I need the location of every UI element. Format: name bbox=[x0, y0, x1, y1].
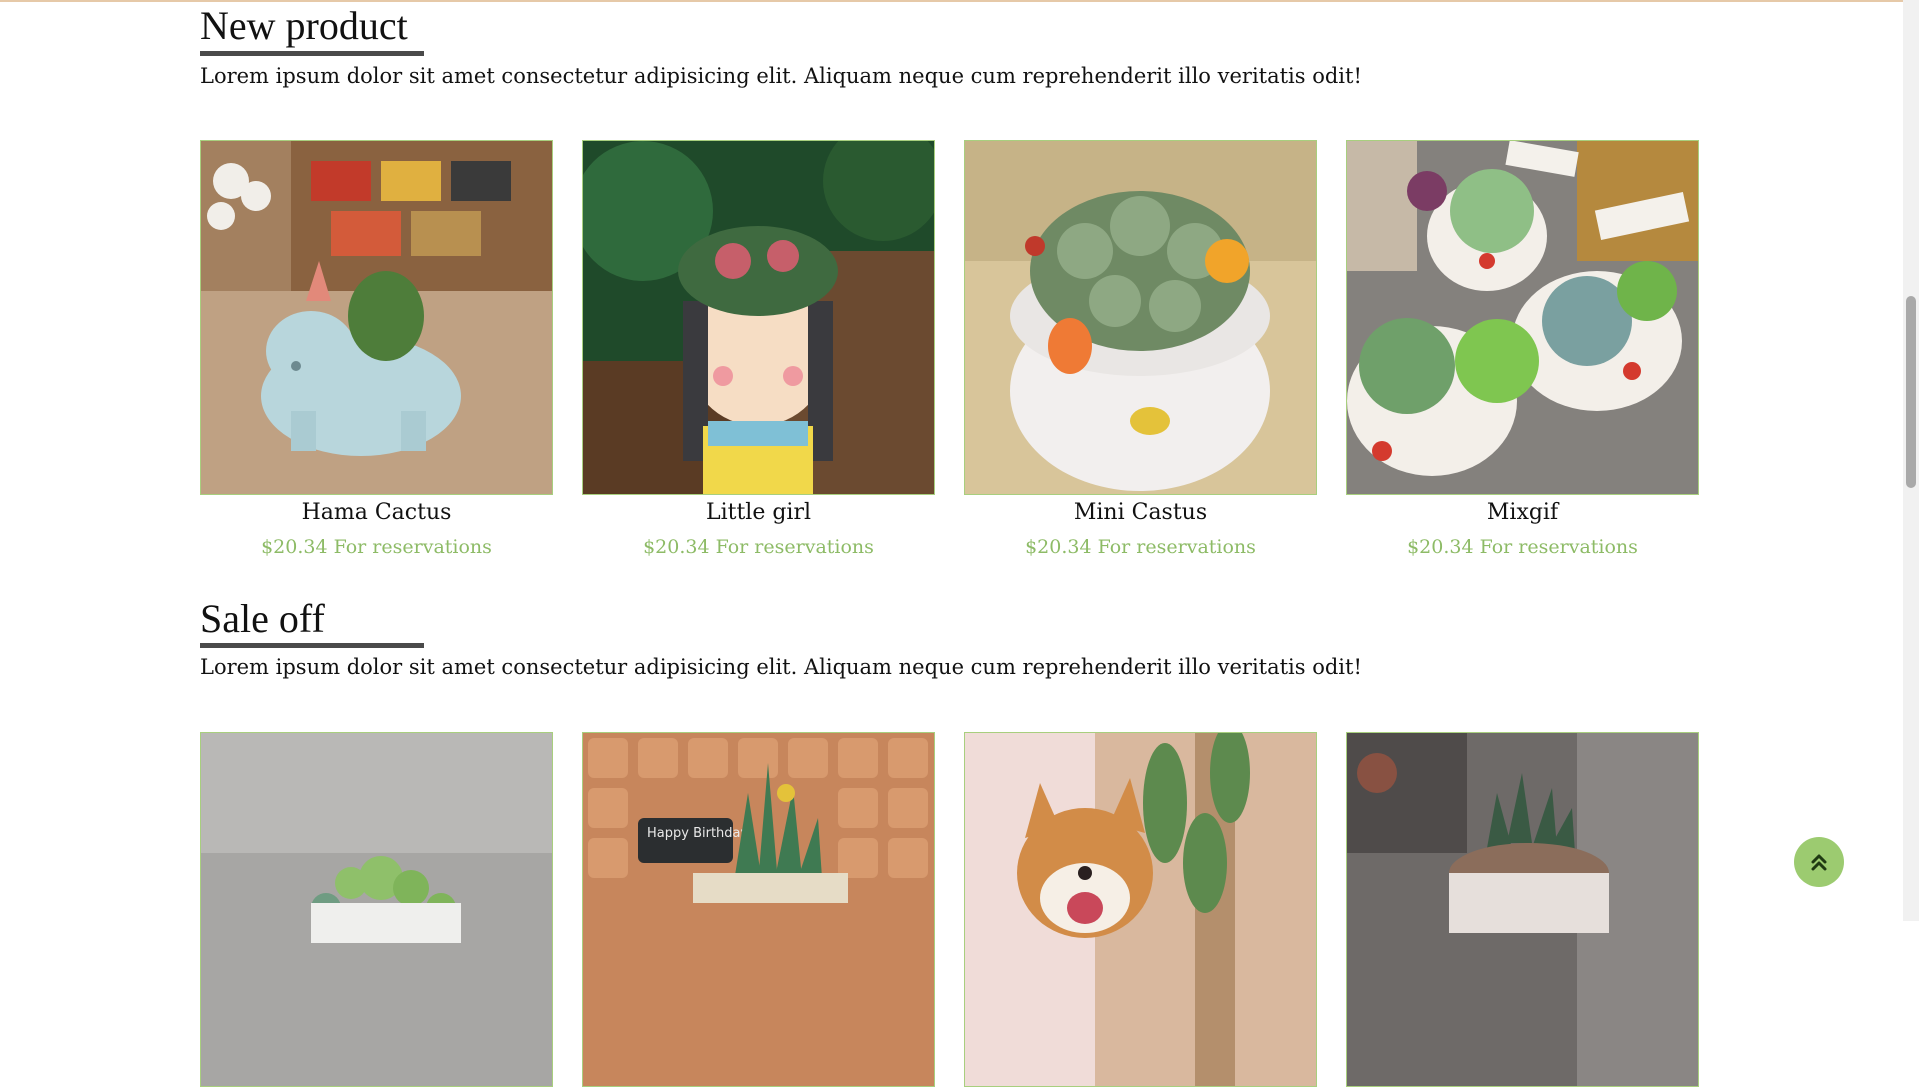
product-card[interactable]: Mini Castus $20.34 For reservations bbox=[964, 140, 1317, 560]
product-name[interactable]: Hama Cactus bbox=[200, 500, 553, 526]
scrollbar-thumb[interactable] bbox=[1906, 296, 1916, 488]
product-card[interactable]: Mixgif $20.34 For reservations bbox=[1346, 140, 1699, 560]
product-price: $20.34 For reservations bbox=[1407, 536, 1638, 558]
product-image-mixgif[interactable] bbox=[1346, 140, 1699, 495]
sale-product-image[interactable] bbox=[200, 732, 553, 1087]
sale-off-title: Sale off bbox=[200, 596, 325, 641]
sale-product-card[interactable] bbox=[1346, 732, 1699, 1087]
product-image-mini-castus[interactable] bbox=[964, 140, 1317, 495]
sale-product-image[interactable] bbox=[1346, 732, 1699, 1087]
sale-product-image[interactable] bbox=[964, 732, 1317, 1087]
title-underline bbox=[200, 51, 424, 56]
title-underline bbox=[200, 643, 424, 648]
top-border bbox=[0, 0, 1903, 2]
product-name[interactable]: Little girl bbox=[582, 500, 935, 526]
product-image-hama-cactus[interactable] bbox=[200, 140, 553, 495]
sale-product-card[interactable] bbox=[964, 732, 1317, 1087]
product-name[interactable]: Mini Castus bbox=[964, 500, 1317, 526]
sale-product-card[interactable]: Happy Birthday bbox=[582, 732, 935, 1087]
product-price: $20.34 For reservations bbox=[643, 536, 874, 558]
scrollbar[interactable] bbox=[1903, 0, 1919, 921]
product-price: $20.34 For reservations bbox=[1025, 536, 1256, 558]
birthday-sign-text: Happy Birthday bbox=[647, 826, 749, 841]
sale-product-image[interactable]: Happy Birthday bbox=[582, 732, 935, 1087]
product-card[interactable]: Hama Cactus $20.34 For reservations bbox=[200, 140, 553, 560]
product-price: $20.34 For reservations bbox=[261, 536, 492, 558]
sale-product-card[interactable] bbox=[200, 732, 553, 1087]
product-image-little-girl[interactable] bbox=[582, 140, 935, 495]
product-name[interactable]: Mixgif bbox=[1346, 500, 1699, 526]
product-card[interactable]: Little girl $20.34 For reservations bbox=[582, 140, 935, 560]
back-to-top-button[interactable] bbox=[1794, 837, 1844, 887]
double-chevron-up-icon bbox=[1811, 854, 1827, 871]
new-product-description: Lorem ipsum dolor sit amet consectetur a… bbox=[200, 64, 1362, 88]
new-product-title: New product bbox=[200, 3, 408, 48]
sale-off-description: Lorem ipsum dolor sit amet consectetur a… bbox=[200, 655, 1362, 679]
